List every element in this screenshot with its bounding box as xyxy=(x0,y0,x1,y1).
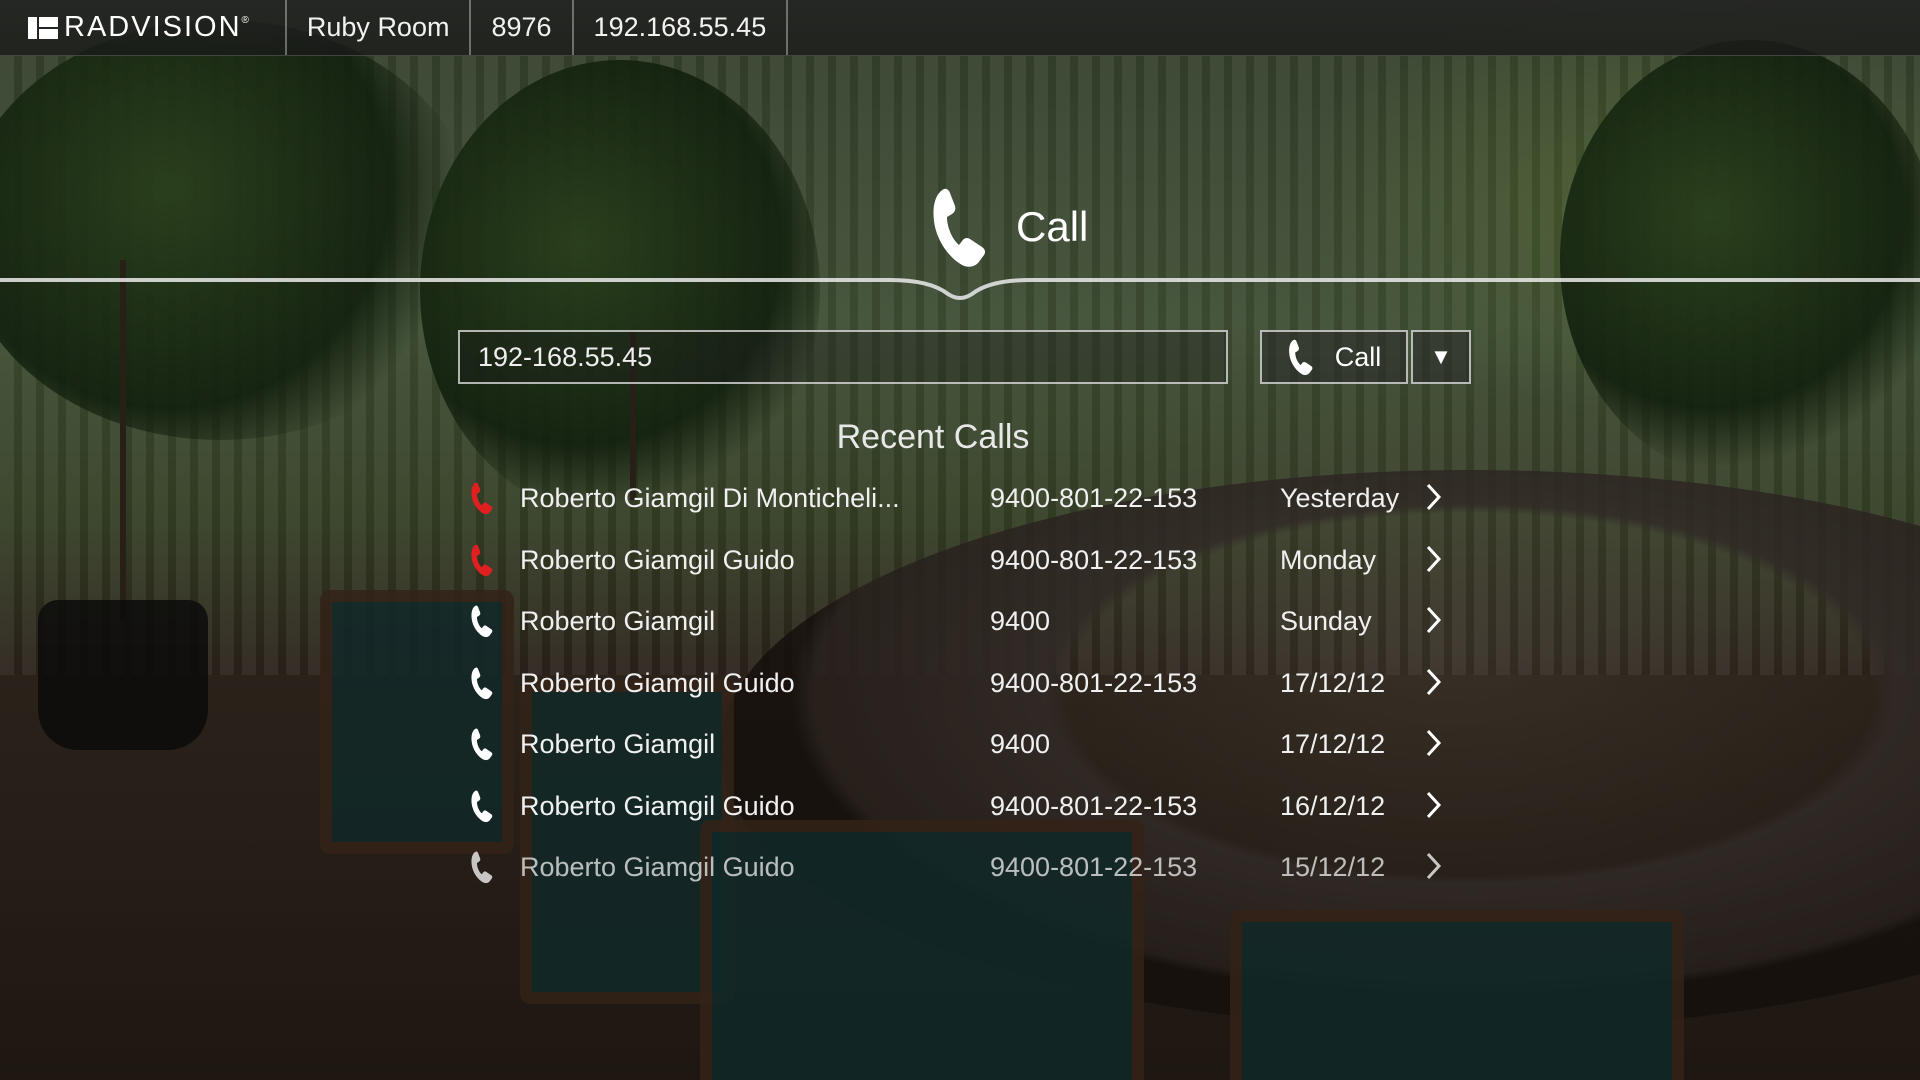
radvision-logo-icon xyxy=(28,16,58,39)
call-date: 16/12/12 xyxy=(1280,790,1386,821)
contact-name: Roberto Giamgil xyxy=(520,729,716,759)
call-options-dropdown[interactable]: ▼ xyxy=(1411,330,1471,384)
missed-call-icon xyxy=(471,544,493,576)
chevron-right-icon[interactable] xyxy=(1425,666,1443,698)
phone-icon xyxy=(471,605,493,638)
chevron-right-icon[interactable] xyxy=(1425,789,1443,821)
contact-number: 9400 xyxy=(990,606,1051,636)
chevron-right-icon[interactable] xyxy=(1425,727,1443,759)
dial-address-input[interactable] xyxy=(458,330,1228,384)
dropdown-arrow-icon: ▼ xyxy=(1430,344,1452,369)
call-header: Call xyxy=(930,185,1088,269)
chevron-right-icon[interactable] xyxy=(1425,543,1443,575)
chevron-right-icon[interactable] xyxy=(1425,481,1443,513)
brand-name: RADVISION xyxy=(64,11,242,43)
room-name: Ruby Room xyxy=(287,0,472,55)
call-button[interactable]: Call xyxy=(1260,330,1408,384)
phone-icon xyxy=(471,667,493,699)
contact-name: Roberto Giamgil Guido xyxy=(520,667,795,698)
call-date: 17/12/12 xyxy=(1280,667,1386,698)
phone-icon xyxy=(471,728,493,761)
phone-icon xyxy=(1288,339,1313,375)
chevron-right-icon[interactable] xyxy=(1425,850,1443,882)
top-bar: RADVISION ® Ruby Room 8976 192.168.55.45 xyxy=(0,0,1920,56)
recent-calls-title: Recent Calls xyxy=(836,418,1030,456)
contact-name: Roberto Giamgil Guido xyxy=(520,790,795,821)
recent-call-row[interactable]: Roberto Giamgil Guido 9400-801-22-153 Mo… xyxy=(470,537,1470,599)
recent-call-row[interactable]: Roberto Giamgil 9400 17/12/12 xyxy=(470,721,1470,783)
call-date: 17/12/12 xyxy=(1280,729,1386,759)
contact-number: 9400-801-22-153 xyxy=(990,790,1198,821)
header-divider xyxy=(0,278,1920,300)
extension-number: 8976 xyxy=(471,0,574,55)
ip-address: 192.168.55.45 xyxy=(574,0,789,55)
contact-number: 9400 xyxy=(990,729,1051,759)
phone-icon xyxy=(471,790,493,822)
page-title: Call xyxy=(1016,203,1089,250)
contact-number: 9400-801-22-153 xyxy=(990,852,1198,882)
recent-call-row[interactable]: Roberto Giamgil Guido 9400-801-22-153 15… xyxy=(470,844,1470,906)
recent-call-row[interactable]: Roberto Giamgil Guido 9400-801-22-153 16… xyxy=(470,783,1470,845)
recent-call-row[interactable]: Roberto Giamgil 9400 Sunday xyxy=(470,598,1470,660)
phone-icon xyxy=(471,851,493,884)
chevron-right-icon[interactable] xyxy=(1425,604,1443,636)
contact-name: Roberto Giamgil Guido xyxy=(520,544,795,575)
call-date: Yesterday xyxy=(1280,483,1400,513)
contact-name: Roberto Giamgil Guido xyxy=(520,852,795,882)
phone-icon xyxy=(933,188,986,267)
contact-name: Roberto Giamgil Di Monticheli... xyxy=(520,483,900,513)
missed-call-icon xyxy=(471,482,493,515)
contact-number: 9400-801-22-153 xyxy=(990,667,1198,698)
call-button-label: Call xyxy=(1334,341,1382,372)
brand-logo: RADVISION ® xyxy=(0,0,287,55)
contact-number: 9400-801-22-153 xyxy=(990,544,1198,575)
recent-calls-list: Roberto Giamgil Di Monticheli... 9400-80… xyxy=(470,475,1470,906)
contact-number: 9400-801-22-153 xyxy=(990,483,1198,513)
recent-call-row[interactable]: Roberto Giamgil Guido 9400-801-22-153 17… xyxy=(470,660,1470,722)
call-date: 15/12/12 xyxy=(1280,852,1386,882)
contact-name: Roberto Giamgil xyxy=(520,606,716,636)
call-date: Monday xyxy=(1280,544,1377,575)
call-date: Sunday xyxy=(1280,606,1372,636)
recent-call-row[interactable]: Roberto Giamgil Di Monticheli... 9400-80… xyxy=(470,475,1470,537)
